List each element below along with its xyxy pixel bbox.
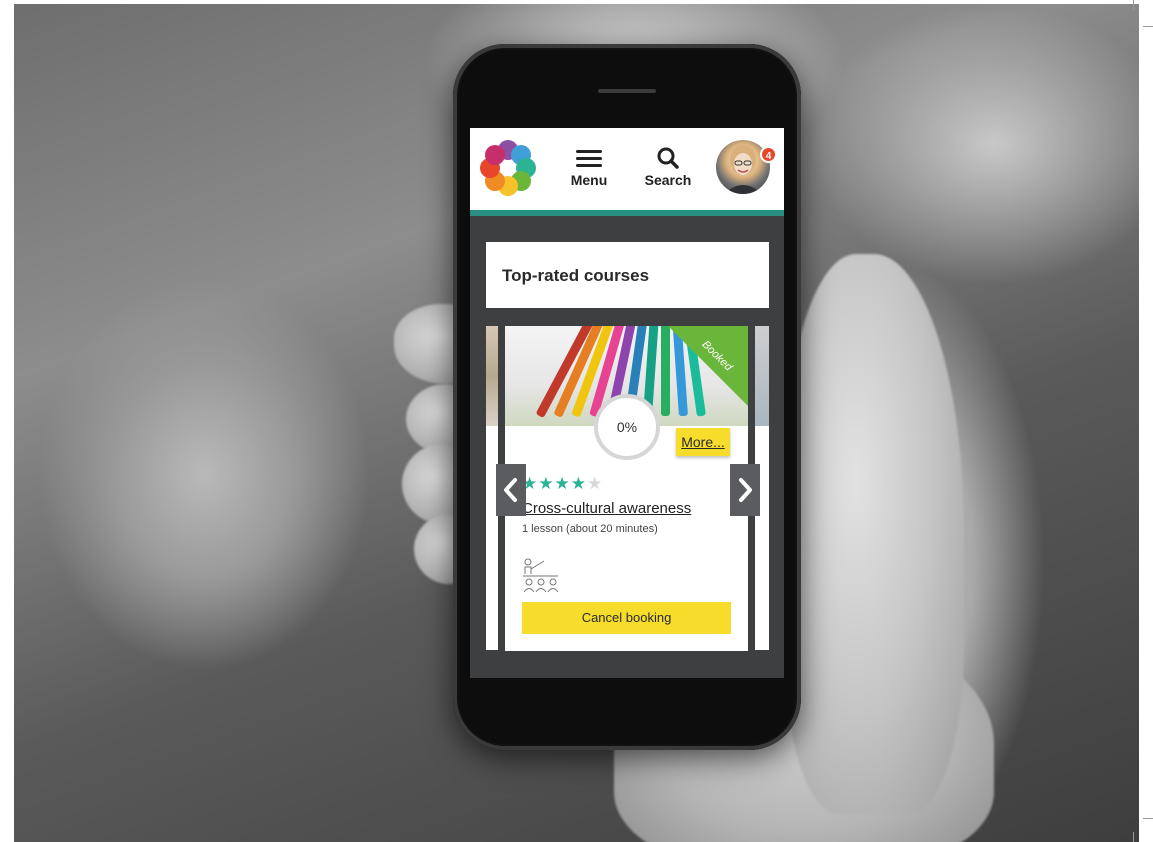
carousel-prev-button[interactable] — [496, 464, 526, 516]
hamburger-icon — [576, 150, 602, 167]
carousel-next-button[interactable] — [730, 464, 760, 516]
chevron-left-icon — [504, 478, 517, 502]
course-thumbnail — [486, 326, 498, 426]
app-logo[interactable] — [480, 140, 536, 196]
star-icon: ★ — [554, 474, 571, 493]
progress-indicator: 0% — [594, 394, 660, 460]
cancel-booking-button[interactable]: Cancel booking — [522, 602, 731, 634]
star-icon: ★ — [538, 474, 555, 493]
star-empty-icon: ★ — [587, 474, 604, 493]
section-title: Top-rated courses — [502, 266, 650, 285]
more-button[interactable]: More... — [676, 428, 730, 456]
star-rating: ★★★★★ — [522, 474, 603, 494]
chevron-right-icon — [739, 478, 752, 502]
phone-screen: Menu Search 4 Top-rated courses Booked 0… — [470, 128, 784, 678]
crop-mark — [1143, 26, 1153, 27]
notification-badge: 4 — [760, 146, 777, 163]
crop-mark — [1143, 818, 1153, 819]
menu-label: Menu — [570, 172, 608, 188]
search-icon — [657, 147, 679, 169]
crop-mark — [1133, 832, 1134, 842]
classroom-training-icon — [523, 558, 559, 593]
search-label: Search — [644, 172, 692, 188]
course-title-link[interactable]: Cross-cultural awareness — [522, 500, 691, 517]
phone-device: Menu Search 4 Top-rated courses Booked 0… — [453, 44, 801, 750]
phone-speaker — [598, 89, 656, 93]
app-header: Menu Search 4 — [470, 128, 784, 216]
search-button[interactable]: Search — [640, 146, 696, 188]
crop-mark — [1133, 0, 1134, 10]
course-thumbnail — [755, 326, 769, 426]
section-title-panel: Top-rated courses — [486, 242, 769, 308]
course-card: Booked 0% More... ★★★★★ Cross-cultural a… — [505, 326, 748, 651]
course-duration: 1 lesson (about 20 minutes) — [522, 523, 658, 535]
menu-button[interactable]: Menu — [567, 146, 611, 188]
star-icon: ★ — [570, 474, 587, 493]
hand-fingers-right — [784, 254, 964, 814]
